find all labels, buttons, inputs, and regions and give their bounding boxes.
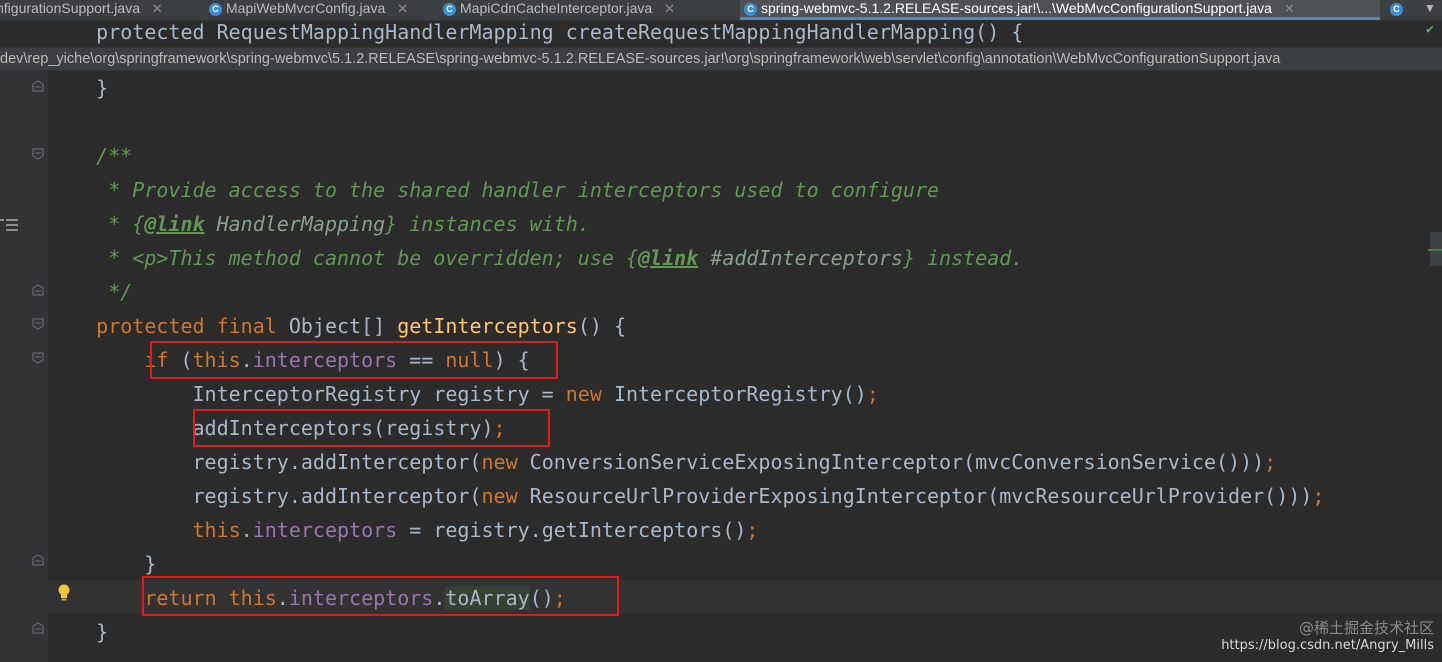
code-line: } <box>48 620 109 644</box>
inspection-ok-icon[interactable]: ✔ <box>1426 22 1434 37</box>
rendered-doc-toggle-icon[interactable] <box>0 217 18 231</box>
highlight-box-add-interceptors <box>193 409 550 447</box>
tab-overflow[interactable]: C <box>1390 0 1407 20</box>
fold-end-icon[interactable] <box>32 284 44 296</box>
code-line: * Provide access to the shared handler i… <box>48 178 940 202</box>
fold-end-icon[interactable] <box>32 80 44 92</box>
tab-label: nfigurationSupport.java <box>0 0 140 16</box>
watermark: @稀土掘金技术社区 https://blog.csdn.net/Angry_Mi… <box>1204 620 1434 654</box>
fold-start-icon[interactable] <box>32 318 44 330</box>
fold-start-icon[interactable] <box>32 148 44 160</box>
watermark-url: https://blog.csdn.net/Angry_Mills <box>1221 638 1434 653</box>
code-line: * <p>This method cannot be overridden; u… <box>48 246 1024 270</box>
code-line: /** <box>48 144 133 168</box>
fold-start-icon[interactable] <box>32 352 44 364</box>
chevron-down-icon[interactable]: ▼ <box>1418 0 1442 20</box>
fold-end-icon[interactable] <box>32 622 44 634</box>
code-line: protected final Object[] getInterceptors… <box>48 314 626 338</box>
tab-label: MapiCdnCacheInterceptor.java <box>460 0 653 16</box>
code-line: } <box>48 76 109 100</box>
fold-end-icon[interactable] <box>32 554 44 566</box>
code-line: this.interceptors = registry.getIntercep… <box>192 518 759 542</box>
code-line: registry.addInterceptor(new ResourceUrlP… <box>48 484 1325 508</box>
code-line: registry.addInterceptor(new ConversionSe… <box>48 450 1277 474</box>
code-line: } <box>48 552 157 576</box>
close-icon[interactable]: ✕ <box>1284 1 1295 16</box>
watermark-site: @稀土掘金技术社区 <box>1298 619 1434 637</box>
code-line: InterceptorRegistry registry = new Inter… <box>48 382 879 406</box>
close-icon[interactable]: ✕ <box>397 1 408 16</box>
close-icon[interactable]: ✕ <box>152 1 163 16</box>
code-line: */ <box>48 280 133 304</box>
highlight-box-return <box>142 576 619 616</box>
class-icon: C <box>1390 3 1403 16</box>
tab-label: spring-webmvc-5.1.2.RELEASE-sources.jar!… <box>761 0 1272 16</box>
highlight-box-null-check <box>150 341 558 379</box>
scrollbar-marker <box>1428 249 1442 251</box>
code-line: * {@link HandlerMapping} instances with. <box>48 212 590 236</box>
breadcrumb[interactable]: dev\rep_yiche\org\springframework\spring… <box>0 47 1442 71</box>
close-icon[interactable]: ✕ <box>664 1 675 16</box>
tab-label: MapiWebMvcrConfig.java <box>226 0 386 16</box>
code-line: protected RequestMappingHandlerMapping c… <box>48 20 1024 44</box>
